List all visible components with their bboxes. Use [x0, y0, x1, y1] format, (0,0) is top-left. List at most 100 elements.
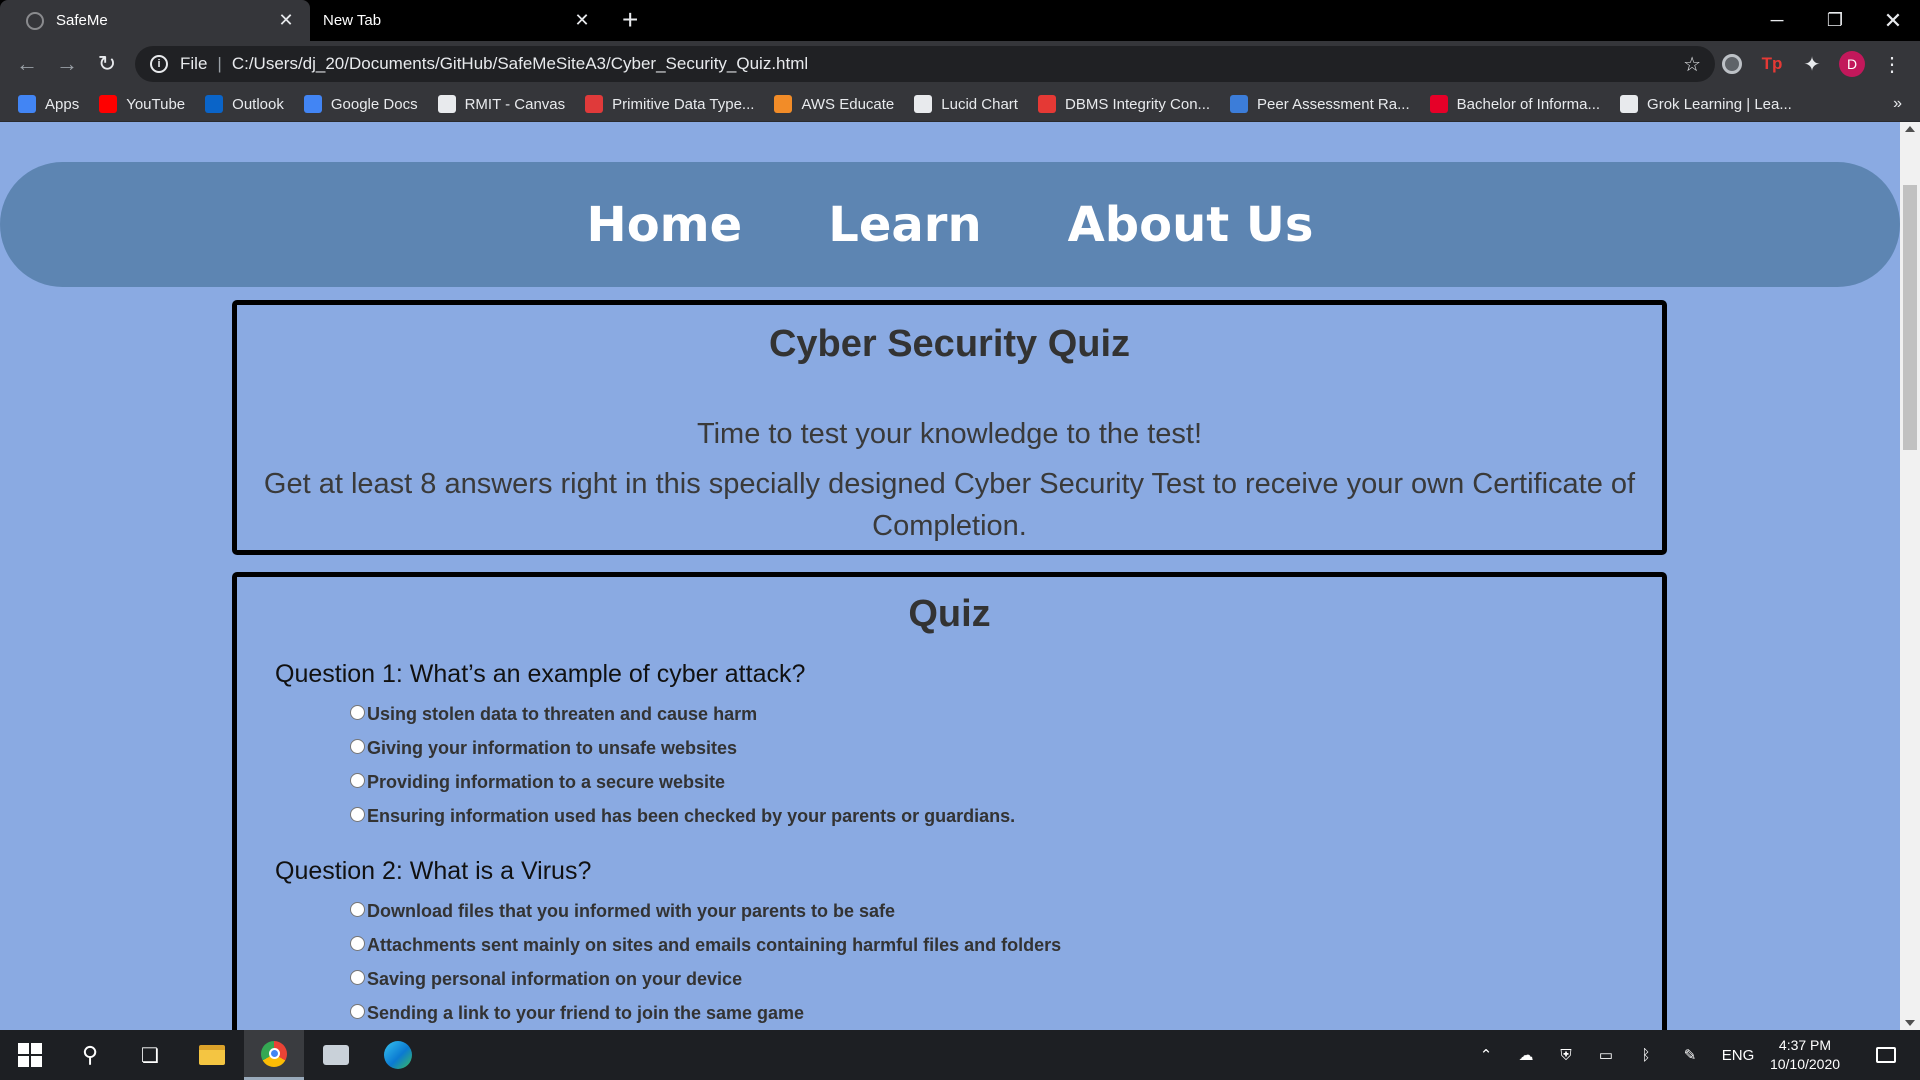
- app-taskbar-button[interactable]: [306, 1030, 366, 1080]
- bookmark-item[interactable]: AWS Educate: [774, 95, 894, 113]
- file-explorer-button[interactable]: [182, 1030, 242, 1080]
- bookmark-item[interactable]: Bachelor of Informa...: [1429, 95, 1600, 113]
- apps-grid-icon: [18, 95, 36, 113]
- bookmarks-overflow-button[interactable]: »: [1893, 95, 1902, 113]
- system-clock[interactable]: 4:37 PM 10/10/2020: [1762, 1036, 1848, 1074]
- minimize-button[interactable]: ─: [1748, 0, 1806, 41]
- chevron-up-icon[interactable]: ⌃: [1468, 1030, 1504, 1080]
- radio-button[interactable]: [350, 935, 365, 951]
- reload-icon[interactable]: ↻: [93, 50, 121, 78]
- bookmark-label: Primitive Data Type...: [612, 95, 755, 113]
- grok-icon: [1620, 95, 1639, 113]
- bookmark-label: DBMS Integrity Con...: [1064, 95, 1211, 113]
- answer-option[interactable]: Download files that you informed with yo…: [350, 894, 1662, 928]
- radio-button[interactable]: [350, 704, 365, 720]
- radio-button[interactable]: [350, 1003, 365, 1019]
- scroll-up-icon[interactable]: [1905, 126, 1915, 132]
- globe-icon: [26, 11, 44, 30]
- radio-button[interactable]: [350, 806, 365, 822]
- dbms-icon: [1037, 95, 1056, 113]
- answer-option[interactable]: Giving your information to unsafe websit…: [350, 731, 1662, 765]
- page-title: Cyber Security Quiz: [768, 323, 1131, 365]
- security-shield-icon[interactable]: ⛨: [1548, 1030, 1584, 1080]
- oracle-icon: [585, 95, 604, 113]
- bookmark-label: Outlook: [232, 95, 284, 113]
- search-icon[interactable]: ⚲: [60, 1030, 120, 1080]
- answer-label: Providing information to a secure websit…: [367, 771, 726, 792]
- scrollbar-thumb[interactable]: [1903, 185, 1917, 450]
- close-window-button[interactable]: ✕: [1864, 0, 1920, 41]
- bookmark-item[interactable]: Google Docs: [303, 95, 418, 113]
- onedrive-cloud-icon[interactable]: ☁: [1508, 1030, 1544, 1080]
- start-button[interactable]: [0, 1030, 60, 1080]
- clock-time: 4:37 PM: [1778, 1037, 1832, 1053]
- question-1-text: Question 1: What’s an example of cyber a…: [275, 660, 806, 688]
- pen-icon[interactable]: ✎: [1672, 1030, 1708, 1080]
- question-1-options: Using stolen data to threaten and cause …: [350, 697, 1662, 833]
- nav-home-link[interactable]: Home: [587, 197, 743, 253]
- windows-logo-icon: [18, 1043, 42, 1067]
- tab-strip: SafeMe ✕ New Tab ✕ + ─ ❐ ✕: [0, 0, 1920, 41]
- kebab-menu-icon[interactable]: ⋮: [1879, 51, 1905, 77]
- answer-label: Giving your information to unsafe websit…: [367, 737, 738, 758]
- extensions-puzzle-icon[interactable]: ✦: [1799, 51, 1825, 77]
- maximize-button[interactable]: ❐: [1806, 0, 1864, 41]
- bookmark-item[interactable]: Primitive Data Type...: [585, 95, 754, 113]
- bookmark-item[interactable]: RMIT - Canvas: [437, 95, 565, 113]
- profile-avatar[interactable]: D: [1839, 51, 1865, 77]
- edge-taskbar-button[interactable]: [368, 1030, 428, 1080]
- info-icon[interactable]: i: [150, 55, 168, 73]
- tab-safeme[interactable]: SafeMe ✕: [0, 0, 310, 41]
- bookmark-label: Grok Learning | Lea...: [1647, 95, 1792, 113]
- quiz-heading: Quiz: [908, 593, 991, 635]
- url-separator: |: [217, 54, 222, 73]
- back-arrow-icon[interactable]: ←: [13, 50, 41, 78]
- tab-new-tab[interactable]: New Tab ✕: [310, 0, 606, 41]
- address-bar[interactable]: i File | C:/Users/dj_20/Documents/GitHub…: [135, 46, 1715, 82]
- battery-icon[interactable]: ▭: [1588, 1030, 1624, 1080]
- answer-option[interactable]: Ensuring information used has been check…: [350, 799, 1662, 833]
- quiz-panel: Quiz Question 1: What’s an example of cy…: [232, 572, 1667, 1030]
- scroll-down-icon[interactable]: [1905, 1020, 1915, 1026]
- radio-button[interactable]: [350, 901, 365, 917]
- bookmark-label: Lucid Chart: [941, 95, 1018, 113]
- radio-button[interactable]: [350, 738, 365, 754]
- nav-about-us-link[interactable]: About Us: [1068, 197, 1314, 253]
- plus-icon[interactable]: +: [622, 6, 638, 34]
- answer-option[interactable]: Sending a link to your friend to join th…: [350, 996, 1662, 1030]
- bookmark-item[interactable]: Apps: [18, 95, 79, 113]
- language-indicator[interactable]: ENG: [1720, 1030, 1756, 1080]
- bookmark-item[interactable]: Outlook: [205, 95, 284, 113]
- close-icon[interactable]: ✕: [570, 10, 594, 31]
- bookmark-item[interactable]: Lucid Chart: [914, 95, 1018, 113]
- bookmark-item[interactable]: Grok Learning | Lea...: [1620, 95, 1792, 113]
- bookmark-item[interactable]: DBMS Integrity Con...: [1037, 95, 1211, 113]
- question-2-options: Download files that you informed with yo…: [350, 894, 1662, 1030]
- radio-button[interactable]: [350, 969, 365, 985]
- answer-option[interactable]: Using stolen data to threaten and cause …: [350, 697, 1662, 731]
- tab-title: SafeMe: [56, 12, 108, 29]
- bookmark-item[interactable]: Peer Assessment Ra...: [1230, 95, 1410, 113]
- answer-option[interactable]: Saving personal information on your devi…: [350, 962, 1662, 996]
- nav-learn-link[interactable]: Learn: [828, 197, 981, 253]
- forward-arrow-icon[interactable]: →: [53, 50, 81, 78]
- answer-option[interactable]: Providing information to a secure websit…: [350, 765, 1662, 799]
- url-text[interactable]: C:/Users/dj_20/Documents/GitHub/SafeMeSi…: [232, 54, 808, 74]
- close-icon[interactable]: ✕: [274, 10, 298, 31]
- notification-icon[interactable]: [1862, 1030, 1910, 1080]
- bookmark-item[interactable]: YouTube: [99, 95, 185, 113]
- docs-icon: [303, 95, 322, 113]
- bookmark-label: Google Docs: [330, 95, 418, 113]
- bluetooth-icon[interactable]: ᛒ: [1628, 1030, 1664, 1080]
- radio-button[interactable]: [350, 772, 365, 788]
- task-view-icon[interactable]: ❏: [120, 1030, 180, 1080]
- chrome-taskbar-button[interactable]: [244, 1030, 304, 1080]
- vertical-scrollbar[interactable]: [1900, 122, 1920, 1030]
- answer-option[interactable]: Attachments sent mainly on sites and ema…: [350, 928, 1662, 962]
- bookmark-star-icon[interactable]: ☆: [1683, 52, 1701, 77]
- aws-icon: [774, 95, 793, 113]
- answer-label: Saving personal information on your devi…: [367, 968, 743, 989]
- record-extension-icon[interactable]: [1719, 51, 1745, 77]
- tp-extension-icon[interactable]: Tp: [1759, 51, 1785, 77]
- peer-icon: [1230, 95, 1249, 113]
